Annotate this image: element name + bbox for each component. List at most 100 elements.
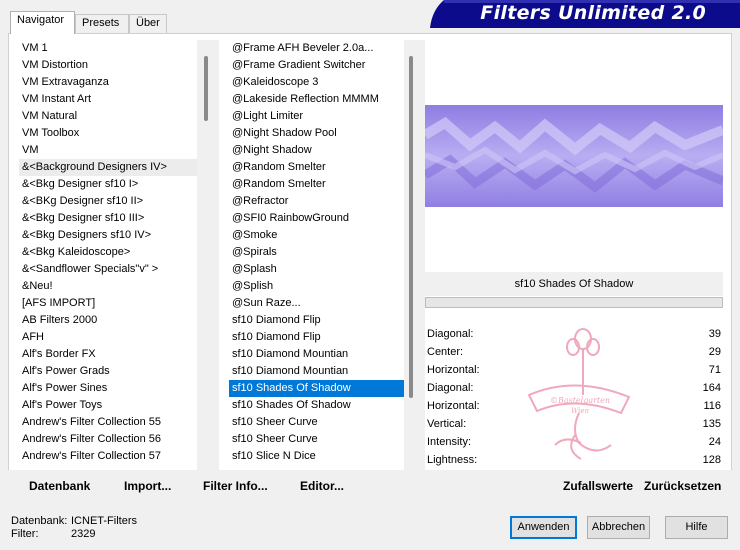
category-item[interactable]: &<Bkg Designer sf10 I> [19,176,197,193]
category-item[interactable]: &Neu! [19,278,197,295]
parameter-label: Horizontal: [427,364,480,376]
apply-button[interactable]: Anwenden [510,516,577,539]
parameter-label: Vertical: [427,418,467,430]
tab-bar: Navigator Presets Über [0,0,430,34]
parameter-label: Horizontal: [427,400,480,412]
app-title: Filters Unlimited 2.0 [480,2,706,24]
category-item[interactable]: AB Filters 2000 [19,312,197,329]
parameter-label: Center: [427,346,464,358]
preview-image [425,105,723,207]
parameter-label: Diagonal: [427,382,474,394]
category-item[interactable]: Alf's Border FX [19,346,197,363]
category-item[interactable]: &<Background Designers IV> [19,159,197,176]
tab-presets[interactable]: Presets [75,14,129,33]
list1-scrollbar[interactable] [197,40,219,470]
category-item[interactable]: Andrew's Filter Collection 56 [19,431,197,448]
category-list[interactable]: VM 1 VM Distortion VM Extravaganza VM Insta… [19,40,197,470]
filter-item[interactable]: @Random Smelter [229,159,404,176]
filter-item[interactable]: @Smoke [229,227,404,244]
parameter-panel: Diagonal: 39 Center: 29 Horizontal: 71 Diagona… [425,325,723,471]
category-item[interactable]: Alf's Power Sines [19,380,197,397]
category-item[interactable]: VM [19,142,197,159]
progress-bar [425,297,723,308]
category-item[interactable]: Alf's Power Grads [19,363,197,380]
filter-item[interactable]: @Splash [229,261,404,278]
filter-count-value: 2329 [71,528,96,540]
filter-item[interactable]: @SFI0 RainbowGround [229,210,404,227]
category-item[interactable]: VM Toolbox [19,125,197,142]
filter-item[interactable]: @Lakeside Reflection MMMM [229,91,404,108]
list2-scrollbar[interactable] [403,40,425,470]
watermark-logo: ©Bastelgarten Wien [527,328,631,460]
filter-item[interactable]: sf10 Sheer Curve [229,431,404,448]
filter-item[interactable]: @Splish [229,278,404,295]
filter-item[interactable]: @Sun Raze... [229,295,404,312]
watermark-text-1: ©Bastelgarten [550,396,610,405]
filter-item[interactable]: sf10 Diamond Flip [229,329,404,346]
filter-item[interactable]: @Spirals [229,244,404,261]
filter-item[interactable]: sf10 Diamond Mountian [229,363,404,380]
category-item[interactable]: VM Distortion [19,57,197,74]
parameter-value: 128 [702,454,721,466]
preview-panel [425,40,723,272]
category-item[interactable]: VM Extravaganza [19,74,197,91]
db-value: ICNET-Filters [71,515,137,527]
category-item[interactable]: VM Natural [19,108,197,125]
category-item[interactable]: VM 1 [19,40,197,57]
filter-item[interactable]: @Night Shadow [229,142,404,159]
category-item[interactable]: AFH [19,329,197,346]
category-item[interactable]: VM Instant Art [19,91,197,108]
parameter-value: 39 [708,328,721,340]
parameter-value: 24 [708,436,721,448]
database-button[interactable]: Datenbank [29,479,90,493]
editor-button[interactable]: Editor... [300,479,344,493]
filter-item[interactable]: @Random Smelter [229,176,404,193]
filter-item[interactable]: sf10 Slice N Dice [229,448,404,465]
filter-count-label: Filter: [11,528,39,540]
filter-item[interactable]: @Night Shadow Pool [229,125,404,142]
cancel-button[interactable]: Abbrechen [587,516,650,539]
filter-item[interactable]: sf10 Shades Of Shadow [229,397,404,414]
randomize-button[interactable]: Zufallswerte [563,479,633,493]
filter-info-button[interactable]: Filter Info... [203,479,268,493]
parameter-value: 71 [708,364,721,376]
parameter-value: 29 [708,346,721,358]
selected-filter-label: sf10 Shades Of Shadow [425,272,723,296]
title-banner: Filters Unlimited 2.0 [430,0,740,28]
tab-uber[interactable]: Über [129,14,167,33]
category-item[interactable]: Andrew's Filter Collection 55 [19,414,197,431]
filter-item[interactable]: sf10 Diamond Mountian [229,346,404,363]
parameter-label: Intensity: [427,436,472,448]
category-item[interactable]: &<Bkg Designer sf10 III> [19,210,197,227]
filter-item[interactable]: sf10 Shades Of Shadow [229,380,404,397]
parameter-label: Diagonal: [427,328,474,340]
filter-item[interactable]: @Kaleidoscope 3 [229,74,404,91]
parameter-value: 164 [702,382,721,394]
help-button[interactable]: Hilfe [665,516,728,539]
db-label: Datenbank: [11,515,68,527]
tab-navigator[interactable]: Navigator [10,11,75,34]
category-item[interactable]: &<BKg Designer sf10 II> [19,193,197,210]
category-item[interactable]: [AFS IMPORT] [19,295,197,312]
import-button[interactable]: Import... [124,479,171,493]
database-info: Datenbank: ICNET-Filters Filter: 2329 [11,515,137,541]
scrollbar-thumb[interactable] [409,56,413,398]
category-item[interactable]: Andrew's Filter Collection 57 [19,448,197,465]
category-item[interactable]: &<Bkg Designers sf10 IV> [19,227,197,244]
scrollbar-thumb[interactable] [204,56,208,121]
category-item[interactable]: &<Bkg Kaleidoscope> [19,244,197,261]
filter-item[interactable]: sf10 Diamond Flip [229,312,404,329]
filter-list[interactable]: @Frame AFH Beveler 2.0a... @Frame Gradien… [229,40,404,470]
watermark-text-2: Wien [571,407,589,415]
reset-button[interactable]: Zurücksetzen [644,479,721,493]
filter-item[interactable]: @Light Limiter [229,108,404,125]
filter-item[interactable]: @Refractor [229,193,404,210]
parameter-value: 135 [702,418,721,430]
filter-item[interactable]: @Frame Gradient Switcher [229,57,404,74]
parameter-value: 116 [703,400,721,412]
parameter-label: Lightness: [427,454,478,466]
filter-item[interactable]: @Frame AFH Beveler 2.0a... [229,40,404,57]
category-item[interactable]: &<Sandflower Specials"v" > [19,261,197,278]
filter-item[interactable]: sf10 Sheer Curve [229,414,404,431]
category-item[interactable]: Alf's Power Toys [19,397,197,414]
